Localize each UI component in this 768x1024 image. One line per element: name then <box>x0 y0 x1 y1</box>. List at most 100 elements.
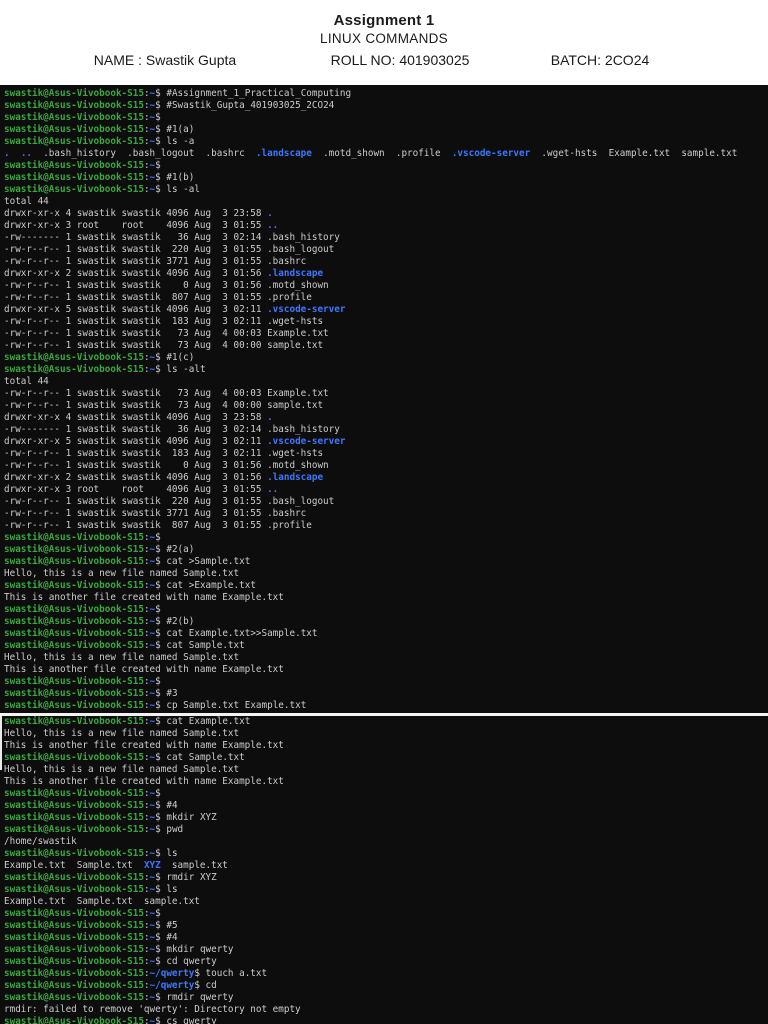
terminal-line: swastik@Asus-Vivobook-S15:~$ <box>0 788 768 800</box>
terminal-line: drwxr-xr-x 3 root root 4096 Aug 3 01:55 … <box>0 220 768 232</box>
terminal-line: Hello, this is a new file named Sample.t… <box>0 764 768 776</box>
terminal-line: swastik@Asus-Vivobook-S15:~$ mkdir qwert… <box>0 944 768 956</box>
terminal-line: -rw-r--r-- 1 swastik swastik 73 Aug 4 00… <box>0 328 768 340</box>
prompt-user: swastik@Asus-Vivobook-S15 <box>4 136 144 147</box>
prompt-user: swastik@Asus-Vivobook-S15 <box>4 920 144 931</box>
output-text: total 44 <box>4 376 49 387</box>
command-text: #3 <box>160 688 178 699</box>
output-text: /home/swastik <box>4 836 77 847</box>
page-edge-sliver <box>0 716 2 770</box>
command-text: cp Sample.txt Example.txt <box>160 700 307 711</box>
prompt-user: swastik@Asus-Vivobook-S15 <box>4 800 144 811</box>
prompt-user: swastik@Asus-Vivobook-S15 <box>4 676 144 687</box>
terminal-line: swastik@Asus-Vivobook-S15:~$ rmdir XYZ <box>0 872 768 884</box>
output-text: -rw-r--r-- 1 swastik swastik 3771 Aug 3 … <box>4 508 307 519</box>
prompt-user: swastik@Asus-Vivobook-S15 <box>4 112 144 123</box>
output-text: drwxr-xr-x 5 swastik swastik 4096 Aug 3 … <box>4 436 268 447</box>
terminal-line: swastik@Asus-Vivobook-S15:~$ <box>0 908 768 920</box>
document-header: Assignment 1 LINUX COMMANDS NAME : Swast… <box>0 0 768 85</box>
terminal-line: swastik@Asus-Vivobook-S15:~$ #4 <box>0 800 768 812</box>
dir-name: .. <box>267 484 279 495</box>
prompt-user: swastik@Asus-Vivobook-S15 <box>4 848 144 859</box>
command-text: cat Sample.txt <box>160 640 245 651</box>
command-text: pwd <box>160 824 184 835</box>
output-text: -rw-r--r-- 1 swastik swastik 73 Aug 4 00… <box>4 328 329 339</box>
output-text: Example.txt Sample.txt sample.txt <box>4 896 200 907</box>
command-text: #Swastik_Gupta_401903025_2CO24 <box>160 100 335 111</box>
output-text: total 44 <box>4 196 49 207</box>
output-text: -rw-r--r-- 1 swastik swastik 183 Aug 3 0… <box>4 448 324 459</box>
terminal-line: drwxr-xr-x 2 swastik swastik 4096 Aug 3 … <box>0 268 768 280</box>
prompt-user: swastik@Asus-Vivobook-S15 <box>4 688 144 699</box>
prompt-dollar: $ <box>155 112 161 123</box>
roll-number: ROLL NO: 401903025 <box>330 52 470 68</box>
prompt-user: swastik@Asus-Vivobook-S15 <box>4 992 144 1003</box>
command-text: cat Example.txt <box>160 716 251 727</box>
terminal-line: swastik@Asus-Vivobook-S15:~$ #4 <box>0 932 768 944</box>
dir-name: .. <box>267 220 279 231</box>
prompt-dollar: $ <box>155 160 161 171</box>
terminal-line: -rw-r--r-- 1 swastik swastik 220 Aug 3 0… <box>0 496 768 508</box>
terminal-line: -rw-r--r-- 1 swastik swastik 183 Aug 3 0… <box>0 316 768 328</box>
terminal-line: swastik@Asus-Vivobook-S15:~/qwerty$ cd <box>0 980 768 992</box>
terminal-line: Hello, this is a new file named Sample.t… <box>0 568 768 580</box>
command-text: ls -a <box>160 136 195 147</box>
terminal-line: swastik@Asus-Vivobook-S15:~$ cs qwerty <box>0 1016 768 1024</box>
terminal-line: swastik@Asus-Vivobook-S15:~$ cat Example… <box>0 716 768 728</box>
assignment-subtitle: LINUX COMMANDS <box>320 31 448 46</box>
terminal-line: total 44 <box>0 196 768 208</box>
terminal-line: swastik@Asus-Vivobook-S15:~$ ls -alt <box>0 364 768 376</box>
command-text: mkdir XYZ <box>160 812 217 823</box>
terminal-line: swastik@Asus-Vivobook-S15:~$ cat >Sample… <box>0 556 768 568</box>
prompt-user: swastik@Asus-Vivobook-S15 <box>4 160 144 171</box>
terminal-line: total 44 <box>0 376 768 388</box>
command-text: cs qwerty <box>160 1016 217 1024</box>
prompt-user: swastik@Asus-Vivobook-S15 <box>4 944 144 955</box>
output-text: Example.txt Sample.txt <box>4 860 144 871</box>
terminal-line: Example.txt Sample.txt XYZ sample.txt <box>0 860 768 872</box>
output-text: Hello, this is a new file named Sample.t… <box>4 728 240 739</box>
prompt-user: swastik@Asus-Vivobook-S15 <box>4 364 144 375</box>
prompt-user: swastik@Asus-Vivobook-S15 <box>4 172 144 183</box>
output-text: sample.txt <box>160 860 228 871</box>
terminal-screen-1[interactable]: swastik@Asus-Vivobook-S15:~$ #Assignment… <box>0 88 768 713</box>
terminal-line: swastik@Asus-Vivobook-S15:~$ ls -a <box>0 136 768 148</box>
prompt-user: swastik@Asus-Vivobook-S15 <box>4 980 144 991</box>
command-text: #1(a) <box>160 124 195 135</box>
terminal-line: Hello, this is a new file named Sample.t… <box>0 728 768 740</box>
terminal-area: swastik@Asus-Vivobook-S15:~$ #Assignment… <box>0 85 768 1024</box>
dir-name: . <box>267 412 273 423</box>
prompt-user: swastik@Asus-Vivobook-S15 <box>4 556 144 567</box>
output-text: drwxr-xr-x 4 swastik swastik 4096 Aug 3 … <box>4 412 268 423</box>
terminal-line: -rw-r--r-- 1 swastik swastik 183 Aug 3 0… <box>0 448 768 460</box>
command-text: cd <box>199 980 217 991</box>
terminal-line: -rw-r--r-- 1 swastik swastik 220 Aug 3 0… <box>0 244 768 256</box>
terminal-line: -rw-r--r-- 1 swastik swastik 73 Aug 4 00… <box>0 340 768 352</box>
output-text: Hello, this is a new file named Sample.t… <box>4 568 240 579</box>
terminal-screen-2[interactable]: swastik@Asus-Vivobook-S15:~$ cat Example… <box>0 716 768 1024</box>
prompt-path: ~/qwerty <box>149 980 195 991</box>
output-text: rmdir: failed to remove 'qwerty': Direct… <box>4 1004 301 1015</box>
command-text: ls <box>160 848 178 859</box>
dir-name: .. <box>20 148 33 159</box>
output-text: -rw-r--r-- 1 swastik swastik 807 Aug 3 0… <box>4 520 312 531</box>
prompt-user: swastik@Asus-Vivobook-S15 <box>4 716 144 727</box>
output-text: .bash_history .bash_logout .bashrc <box>32 148 256 159</box>
prompt-user: swastik@Asus-Vivobook-S15 <box>4 700 144 711</box>
prompt-user: swastik@Asus-Vivobook-S15 <box>4 640 144 651</box>
prompt-user: swastik@Asus-Vivobook-S15 <box>4 752 144 763</box>
terminal-line: rmdir: failed to remove 'qwerty': Direct… <box>0 1004 768 1016</box>
terminal-line: drwxr-xr-x 3 root root 4096 Aug 3 01:55 … <box>0 484 768 496</box>
prompt-path: ~/qwerty <box>149 968 195 979</box>
terminal-line: swastik@Asus-Vivobook-S15:~$ pwd <box>0 824 768 836</box>
output-text: Hello, this is a new file named Sample.t… <box>4 652 240 663</box>
terminal-line: swastik@Asus-Vivobook-S15:~$ rmdir qwert… <box>0 992 768 1004</box>
output-text: This is another file created with name E… <box>4 776 284 787</box>
prompt-user: swastik@Asus-Vivobook-S15 <box>4 788 144 799</box>
terminal-line: This is another file created with name E… <box>0 664 768 676</box>
prompt-dollar: $ <box>155 676 161 687</box>
terminal-line: -rw-r--r-- 1 swastik swastik 0 Aug 3 01:… <box>0 460 768 472</box>
prompt-dollar: $ <box>155 788 161 799</box>
prompt-user: swastik@Asus-Vivobook-S15 <box>4 956 144 967</box>
prompt-user: swastik@Asus-Vivobook-S15 <box>4 884 144 895</box>
